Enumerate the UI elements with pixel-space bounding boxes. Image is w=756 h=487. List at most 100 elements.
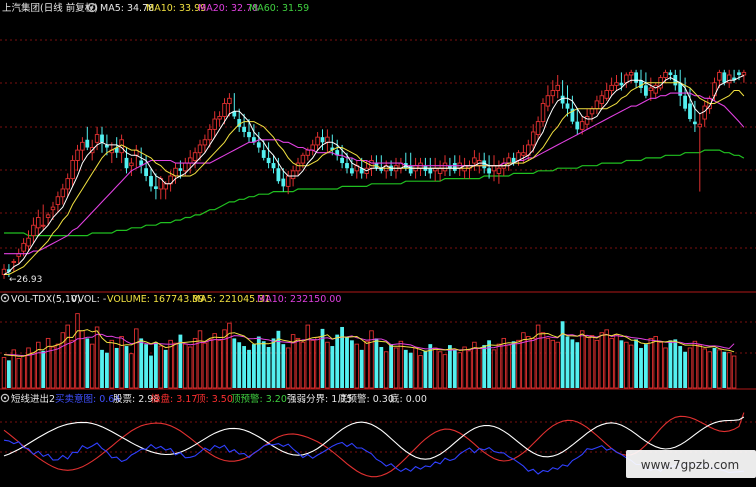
volume-bar[interactable]: [70, 339, 75, 389]
volume-bar[interactable]: [242, 346, 246, 388]
candle[interactable]: [163, 183, 168, 190]
volume-bar[interactable]: [285, 347, 291, 389]
volume-bar[interactable]: [511, 341, 516, 388]
candle[interactable]: [437, 167, 443, 174]
candle[interactable]: [11, 261, 17, 263]
volume-bar[interactable]: [350, 340, 354, 388]
volume-bar[interactable]: [560, 321, 565, 388]
candle[interactable]: [688, 103, 692, 120]
volume-bar[interactable]: [163, 349, 168, 388]
candle[interactable]: [256, 142, 261, 148]
candle[interactable]: [305, 149, 311, 156]
candle[interactable]: [599, 95, 605, 104]
candle[interactable]: [217, 115, 222, 120]
candle[interactable]: [726, 74, 732, 84]
candle[interactable]: [584, 115, 590, 125]
candle[interactable]: [609, 84, 614, 91]
candle[interactable]: [207, 128, 213, 141]
candle[interactable]: [85, 139, 90, 148]
volume-bar[interactable]: [722, 351, 727, 388]
candle[interactable]: [693, 121, 697, 125]
volume-bar[interactable]: [207, 338, 213, 389]
volume-bar[interactable]: [712, 347, 717, 388]
candle[interactable]: [100, 134, 104, 143]
candle[interactable]: [247, 131, 251, 138]
volume-bar[interactable]: [158, 345, 164, 389]
candle[interactable]: [644, 85, 648, 96]
candle[interactable]: [369, 160, 374, 169]
volume-bar[interactable]: [663, 347, 668, 389]
volume-bar[interactable]: [340, 326, 344, 388]
candle[interactable]: [496, 167, 502, 174]
candle[interactable]: [222, 103, 227, 117]
volume-bar[interactable]: [550, 339, 556, 389]
candle[interactable]: [271, 163, 276, 169]
candle[interactable]: [442, 162, 448, 172]
candle[interactable]: [634, 72, 638, 83]
candle[interactable]: [452, 163, 457, 171]
volume-bar[interactable]: [653, 336, 658, 389]
volume-bar[interactable]: [124, 346, 129, 388]
volume-bar[interactable]: [555, 341, 560, 389]
volume-bar[interactable]: [496, 343, 502, 389]
volume-bar[interactable]: [506, 344, 511, 389]
candle[interactable]: [604, 90, 609, 99]
volume-bar[interactable]: [482, 345, 487, 388]
candle[interactable]: [65, 178, 70, 190]
volume-bar[interactable]: [624, 341, 629, 389]
candle[interactable]: [648, 87, 654, 91]
candle[interactable]: [717, 71, 722, 81]
candle[interactable]: [183, 162, 188, 172]
candle[interactable]: [535, 121, 541, 136]
candle[interactable]: [555, 84, 560, 91]
volume-bar[interactable]: [217, 339, 222, 389]
volume-bar[interactable]: [75, 313, 80, 389]
volume-bar[interactable]: [374, 338, 379, 388]
candle[interactable]: [668, 72, 673, 75]
volume-bar[interactable]: [516, 339, 521, 389]
candle[interactable]: [80, 141, 85, 151]
volume-bar[interactable]: [41, 350, 46, 388]
candle[interactable]: [266, 157, 271, 164]
volume-bar[interactable]: [432, 347, 438, 389]
volume-bar[interactable]: [639, 347, 643, 388]
volume-bar[interactable]: [261, 341, 266, 388]
volume-bar[interactable]: [717, 349, 722, 389]
candle[interactable]: [315, 136, 320, 146]
volume-bar[interactable]: [575, 342, 580, 388]
candle[interactable]: [663, 71, 668, 79]
volume-bar[interactable]: [295, 337, 301, 389]
candle[interactable]: [119, 139, 124, 154]
volume-bar[interactable]: [403, 349, 408, 388]
candle[interactable]: [614, 82, 619, 86]
candle[interactable]: [178, 168, 183, 171]
volume-bar[interactable]: [604, 329, 609, 389]
candle[interactable]: [491, 165, 497, 172]
volume-bar[interactable]: [609, 337, 614, 389]
volume-bar[interactable]: [192, 337, 198, 389]
volume-bar[interactable]: [530, 337, 536, 389]
volume-bar[interactable]: [55, 343, 61, 389]
volume-bar[interactable]: [491, 349, 497, 389]
candle[interactable]: [619, 82, 624, 86]
volume-bar[interactable]: [16, 357, 21, 389]
candle[interactable]: [60, 188, 66, 198]
candle[interactable]: [545, 95, 551, 107]
volume-bar[interactable]: [364, 340, 369, 389]
volume-bar[interactable]: [634, 339, 638, 388]
volume-bar[interactable]: [197, 330, 203, 389]
candle[interactable]: [722, 72, 727, 83]
volume-bar[interactable]: [359, 349, 364, 388]
stock-chart[interactable]: 上汽集团(日线 前复权) MA5: 34.78 MA10: 33.99 MA20…: [0, 0, 756, 487]
volume-bar[interactable]: [354, 343, 360, 389]
volume-bar[interactable]: [281, 344, 286, 388]
candle[interactable]: [227, 97, 232, 104]
volume-bar[interactable]: [570, 339, 575, 388]
candle[interactable]: [350, 168, 354, 174]
candle[interactable]: [26, 237, 31, 247]
candle[interactable]: [300, 154, 306, 164]
volume-bar[interactable]: [673, 339, 678, 388]
volume-bar[interactable]: [315, 337, 320, 389]
candle[interactable]: [31, 224, 36, 237]
volume-bar[interactable]: [707, 351, 712, 389]
